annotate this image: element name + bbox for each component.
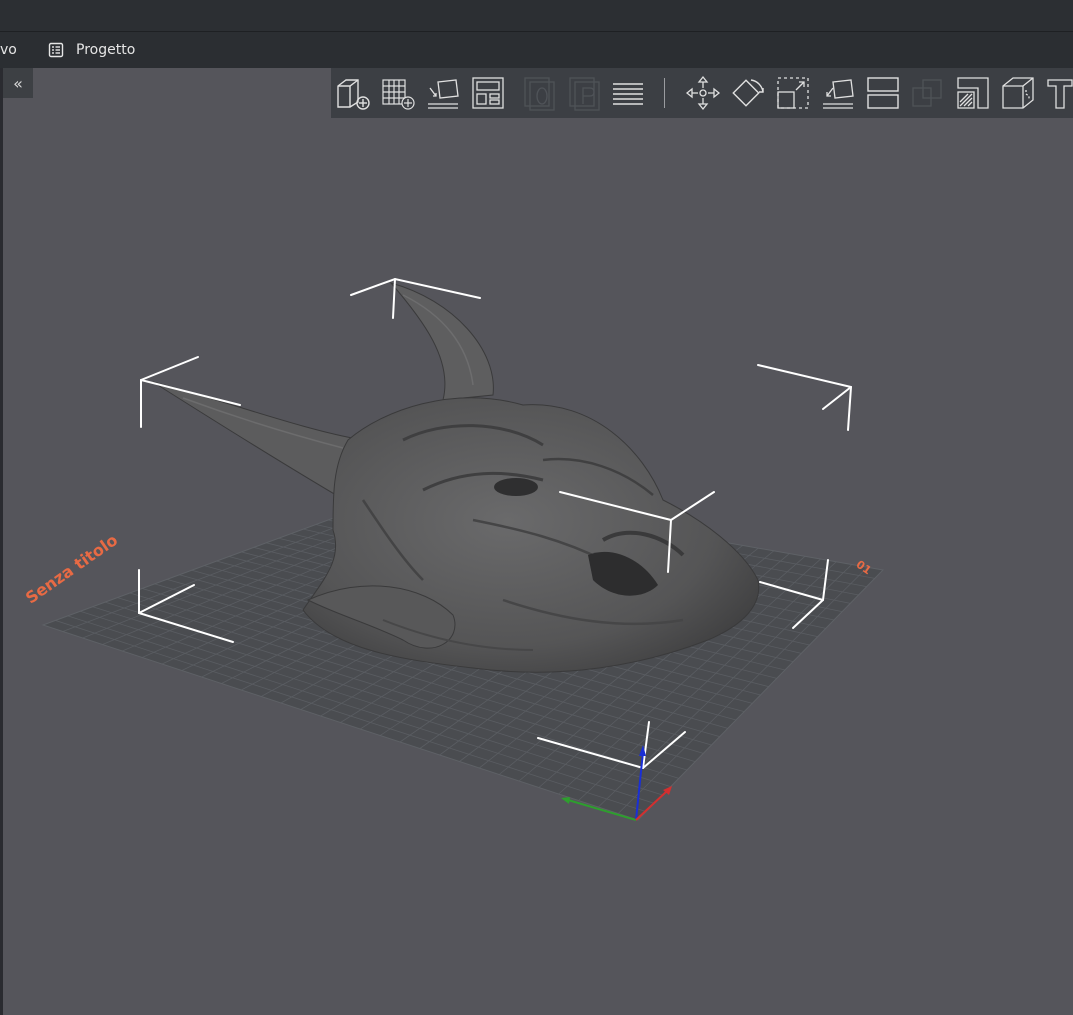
layflat-icon [428, 79, 459, 109]
text-icon [1047, 79, 1073, 109]
text-tool-button[interactable] [1044, 74, 1073, 112]
cut-button[interactable] [864, 74, 902, 112]
window-titlebar [0, 0, 1073, 32]
p-icon-disabled [569, 77, 600, 111]
rotate-button[interactable] [729, 74, 767, 112]
lay-on-face-button[interactable] [819, 74, 857, 112]
zero-icon-disabled [524, 77, 555, 111]
project-list-icon [48, 42, 64, 58]
boolean-disabled-button[interactable] [909, 74, 947, 112]
support-paint-icon [957, 77, 989, 109]
layout-icon [472, 77, 504, 109]
move-button[interactable] [684, 74, 722, 112]
layers-icon [613, 83, 643, 105]
add-grid-icon [382, 79, 415, 110]
toolbar-separator [664, 78, 665, 108]
rotate-icon [732, 79, 764, 107]
layers-button[interactable] [609, 74, 647, 112]
add-object-button[interactable] [334, 74, 372, 112]
expand-chevrons-icon: « [13, 73, 23, 93]
move-icon [685, 75, 721, 111]
orient-disabled-button[interactable] [521, 74, 559, 112]
plate-settings-disabled-button[interactable] [566, 74, 604, 112]
tab-bar: vo Progetto [0, 32, 1073, 68]
tab-progetto-label: Progetto [76, 42, 136, 58]
tab-progetto[interactable]: Progetto [48, 32, 135, 68]
add-cube-icon [337, 79, 370, 110]
place-face-icon [823, 79, 854, 109]
scale-icon [777, 77, 809, 109]
merge-icon-disabled [912, 79, 942, 107]
expand-sidebar-button[interactable]: « [3, 68, 33, 98]
seam-cube-icon [1002, 77, 1034, 109]
tab-previous[interactable]: vo [0, 32, 17, 68]
split-icon [867, 77, 899, 109]
add-plate-button[interactable] [379, 74, 417, 112]
arrange-button[interactable] [469, 74, 507, 112]
support-painting-button[interactable] [954, 74, 992, 112]
tab-previous-label: vo [0, 42, 17, 58]
seam-painting-button[interactable] [999, 74, 1037, 112]
scale-button[interactable] [774, 74, 812, 112]
auto-orient-button[interactable] [424, 74, 462, 112]
main-toolbar [331, 68, 1073, 118]
3d-viewport[interactable] [3, 118, 1073, 1015]
